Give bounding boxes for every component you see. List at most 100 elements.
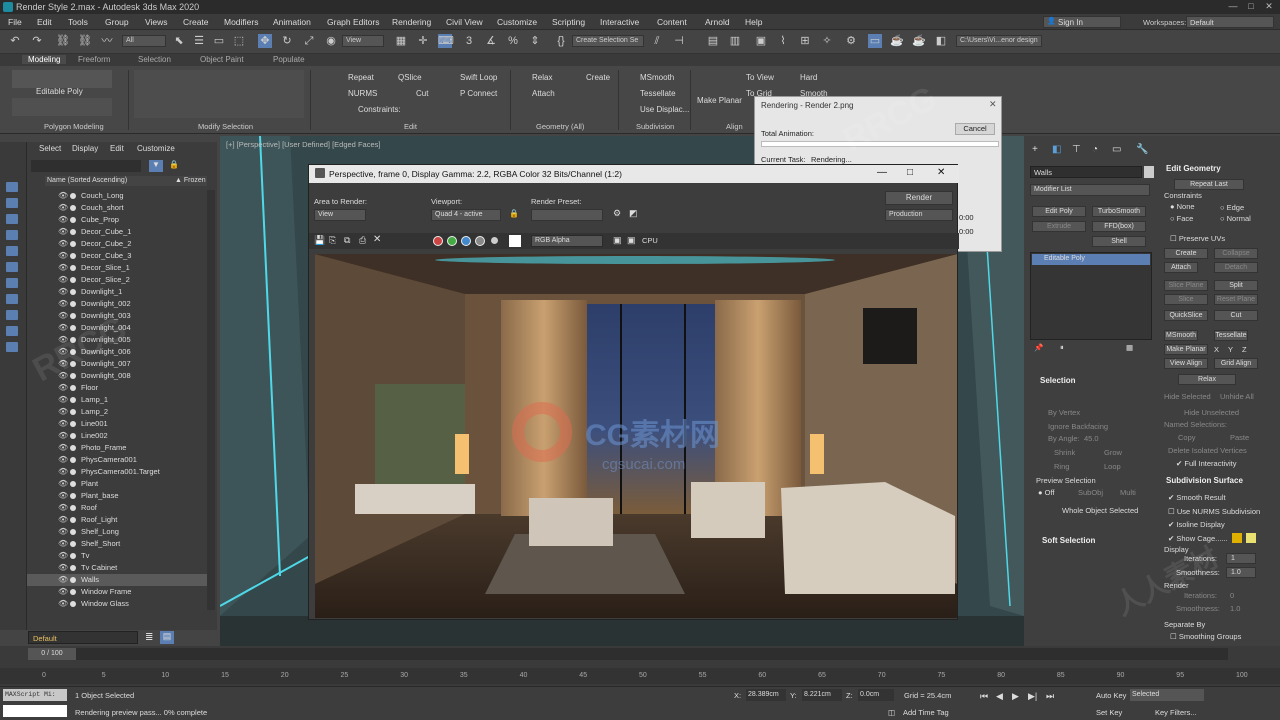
renderable-toggle-icon[interactable]: [70, 529, 76, 535]
explorer-row[interactable]: 👁 Roof: [27, 502, 207, 514]
modify-selection-label[interactable]: Modify Selection: [198, 122, 253, 131]
renderable-toggle-icon[interactable]: [70, 433, 76, 439]
rect-selection-icon[interactable]: ▭: [212, 34, 226, 48]
ring-button[interactable]: Ring: [1054, 462, 1069, 471]
planar-y-button[interactable]: Y: [1228, 345, 1233, 354]
p-connect-button[interactable]: P Connect: [460, 89, 497, 98]
extrude-mod-button[interactable]: Extrude: [1032, 221, 1086, 232]
render-iterative-icon[interactable]: ☕: [912, 34, 926, 48]
smoothing-groups-checkbox[interactable]: ☐ Smoothing Groups: [1170, 632, 1241, 641]
explorer-menu-edit[interactable]: Edit: [110, 144, 124, 153]
preview-off-radio[interactable]: ● Off: [1038, 488, 1055, 497]
explorer-row[interactable]: 👁 Couch_Long: [27, 190, 207, 202]
key-mode-dropdown[interactable]: Selected: [1130, 689, 1204, 701]
select-scale-icon[interactable]: ⤢: [302, 34, 316, 48]
visibility-eye-icon[interactable]: 👁: [58, 395, 68, 404]
explorer-row[interactable]: 👁 Floor: [27, 382, 207, 394]
vfb-maximize-icon[interactable]: □: [907, 167, 913, 178]
geometry-all-label[interactable]: Geometry (All): [536, 122, 584, 131]
slice-button[interactable]: Slice: [1164, 294, 1208, 305]
explorer-row[interactable]: 👁 Shelf_Short: [27, 538, 207, 550]
visibility-eye-icon[interactable]: 👁: [58, 491, 68, 500]
explorer-row[interactable]: 👁 Downlight_007: [27, 358, 207, 370]
renderable-toggle-icon[interactable]: [70, 565, 76, 571]
renderable-toggle-icon[interactable]: [70, 505, 76, 511]
visibility-eye-icon[interactable]: 👁: [58, 359, 68, 368]
utilities-tab-icon[interactable]: 🔧: [1136, 144, 1148, 155]
monochrome-icon[interactable]: [491, 237, 498, 244]
paste-sel-button[interactable]: Paste: [1230, 433, 1249, 442]
object-name-field[interactable]: Walls: [1030, 166, 1142, 178]
menu-scripting[interactable]: Scripting: [552, 17, 585, 27]
filter-icon[interactable]: ▼: [149, 160, 163, 172]
toggle-overlay-icon[interactable]: ▣: [627, 235, 636, 246]
curve-editor-icon[interactable]: ⌇: [776, 34, 790, 48]
manipulate-icon[interactable]: ✛: [416, 34, 430, 48]
visibility-eye-icon[interactable]: 👁: [58, 539, 68, 548]
smooth-result-checkbox[interactable]: ✔ Smooth Result: [1168, 493, 1226, 502]
renderable-toggle-icon[interactable]: [70, 445, 76, 451]
renderable-toggle-icon[interactable]: [70, 253, 76, 259]
explorer-row[interactable]: 👁 Decor_Slice_1: [27, 262, 207, 274]
explorer-row[interactable]: 👁 Downlight_004: [27, 322, 207, 334]
visibility-eye-icon[interactable]: 👁: [58, 227, 68, 236]
smoothness-spinner[interactable]: 1.0: [1226, 567, 1256, 578]
menu-modifiers[interactable]: Modifiers: [224, 17, 258, 27]
render-button[interactable]: Render: [885, 191, 953, 205]
renderable-toggle-icon[interactable]: [70, 577, 76, 583]
create-geo-button[interactable]: Create: [1164, 248, 1208, 259]
tab-freeform[interactable]: Freeform: [78, 55, 110, 64]
mirror-icon[interactable]: ⫽: [650, 34, 664, 48]
msmooth-button[interactable]: MSmooth: [640, 73, 674, 82]
explorer-scrollbar[interactable]: [207, 190, 215, 610]
keyboard-shortcut-icon[interactable]: ⌨: [438, 34, 454, 48]
grow-button[interactable]: Grow: [1104, 448, 1122, 457]
preserve-uvs-checkbox[interactable]: ☐ Preserve UVs: [1170, 234, 1225, 243]
schematic-view-icon[interactable]: ⊞: [798, 34, 812, 48]
set-key-button[interactable]: Set Key: [1096, 708, 1122, 717]
iterations-spinner[interactable]: 1: [1226, 553, 1256, 564]
prev-frame-icon[interactable]: ◀: [996, 691, 1003, 702]
clear-image-icon[interactable]: ✕: [373, 234, 381, 245]
explorer-row[interactable]: 👁 Line002: [27, 430, 207, 442]
renderable-toggle-icon[interactable]: [70, 421, 76, 427]
polygon-modeling-label[interactable]: Polygon Modeling: [44, 122, 104, 131]
attach-geo-button[interactable]: Attach: [1164, 262, 1198, 273]
tab-object-paint[interactable]: Object Paint: [200, 55, 244, 64]
visibility-eye-icon[interactable]: 👁: [58, 239, 68, 248]
delete-isolated-checkbox[interactable]: Delete Isolated Vertices: [1168, 446, 1247, 455]
subdivision-surface-rollout-header[interactable]: Subdivision Surface: [1166, 476, 1243, 485]
object-color-swatch[interactable]: [1144, 166, 1154, 178]
constraint-normal-radio[interactable]: ○ Normal: [1220, 214, 1251, 223]
explorer-row[interactable]: 👁 Downlight_008: [27, 370, 207, 382]
show-end-result-icon[interactable]: ⏸: [1060, 343, 1064, 353]
menu-content[interactable]: Content: [657, 17, 687, 27]
track-bar[interactable]: 0 5 10 15 20 25 30 35 40 45 50 55 60 65 70 75 80 85 90 95 10…: [0, 668, 1280, 684]
explorer-row[interactable]: 👁 Window Glass: [27, 598, 207, 610]
create-tab-icon[interactable]: +: [1032, 144, 1038, 155]
cancel-render-button[interactable]: Cancel: [955, 123, 995, 135]
visibility-eye-icon[interactable]: 👁: [58, 587, 68, 596]
renderable-toggle-icon[interactable]: [70, 517, 76, 523]
explorer-row[interactable]: 👁 Line001: [27, 418, 207, 430]
quickslice-button[interactable]: QuickSlice: [1164, 310, 1208, 321]
explorer-menu-select[interactable]: Select: [39, 144, 61, 153]
clone-window-icon[interactable]: ⧉: [344, 235, 350, 246]
render-smoothness-value[interactable]: 1.0: [1230, 604, 1240, 613]
renderable-toggle-icon[interactable]: [70, 457, 76, 463]
render-production-icon[interactable]: ☕: [890, 34, 904, 48]
renderable-toggle-icon[interactable]: [70, 373, 76, 379]
cage-color-swatch-1[interactable]: [1232, 533, 1242, 543]
explorer-row[interactable]: 👁 Lamp_2: [27, 406, 207, 418]
select-rotate-icon[interactable]: ↻: [280, 34, 294, 48]
menu-rendering[interactable]: Rendering: [392, 17, 431, 27]
tessellate-button[interactable]: Tessellate: [640, 89, 676, 98]
select-place-icon[interactable]: ◉: [324, 34, 338, 48]
explorer-row[interactable]: 👁 PhysCamera001.Target: [27, 466, 207, 478]
render-iterations-value[interactable]: 0: [1230, 591, 1234, 600]
visibility-eye-icon[interactable]: 👁: [58, 203, 68, 212]
next-frame-icon[interactable]: ▶|: [1028, 691, 1037, 702]
explorer-row[interactable]: 👁 Decor_Cube_1: [27, 226, 207, 238]
explorer-row[interactable]: 👁 Downlight_1: [27, 286, 207, 298]
menu-help[interactable]: Help: [745, 17, 762, 27]
